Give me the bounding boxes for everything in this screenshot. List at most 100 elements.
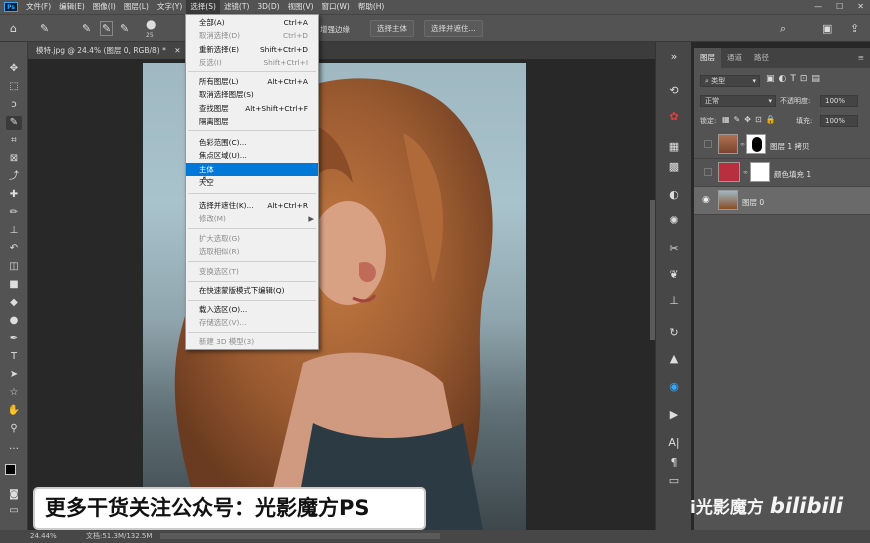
subtract-selection-icon[interactable]: ✎ <box>120 23 129 34</box>
menu-select[interactable]: 选择(S) <box>186 0 220 14</box>
horizontal-scrollbar[interactable] <box>160 533 440 539</box>
menu-item-load-selection[interactable]: 载入选区(O)... <box>186 303 318 316</box>
histogram-panel-icon[interactable]: ▲ <box>666 352 682 366</box>
brush-settings-icon[interactable]: ❦ <box>666 268 682 282</box>
eye-icon[interactable]: ◉ <box>702 195 710 205</box>
select-and-mask-button[interactable]: 选择并遮住... <box>424 20 483 37</box>
menu-item-isolate-layers[interactable]: 隔离图层 <box>186 115 318 128</box>
tab-channels[interactable]: 通道 <box>721 48 748 68</box>
menu-item-quick-mask[interactable]: 在快速蒙版模式下编辑(Q) <box>186 284 318 297</box>
menu-type[interactable]: 文字(Y) <box>153 0 186 14</box>
visibility-toggle-icon[interactable] <box>704 168 712 176</box>
menu-edit[interactable]: 编辑(E) <box>55 0 89 14</box>
gradient-tool-icon[interactable]: ■ <box>6 278 22 292</box>
paragraph-panel-icon[interactable]: ¶ <box>666 456 682 470</box>
menu-layer[interactable]: 图层(L) <box>120 0 153 14</box>
clone-source-icon[interactable]: ⊥ <box>666 294 682 308</box>
menu-window[interactable]: 窗口(W) <box>318 0 354 14</box>
workspace-icon[interactable]: ▣ <box>822 23 832 34</box>
history-brush-icon[interactable]: ↶ <box>6 242 22 256</box>
zoom-tool-icon[interactable]: ⚲ <box>6 422 22 436</box>
home-icon[interactable]: ⌂ <box>10 23 17 34</box>
healing-brush-icon[interactable]: ✚ <box>6 188 22 202</box>
properties-panel-icon[interactable]: ✺ <box>666 214 682 228</box>
layer-row[interactable]: ∞ 颜色填充 1 <box>694 159 870 187</box>
quick-select-tool-icon[interactable]: ✎ <box>40 23 49 34</box>
swatches-panel-icon[interactable]: ▦ <box>666 140 682 154</box>
patterns-panel-icon[interactable]: ▩ <box>666 160 682 174</box>
eyedropper-tool-icon[interactable]: ⤴ <box>6 170 22 184</box>
layer-mask-thumbnail[interactable] <box>750 162 770 182</box>
glyphs-panel-icon[interactable]: ▭ <box>666 474 682 488</box>
layer-row-selected[interactable]: ◉ 图层 0 <box>694 187 870 215</box>
shape-tool-icon[interactable]: ☆ <box>6 386 22 400</box>
lasso-tool-icon[interactable]: ↄ <box>6 98 22 112</box>
menu-filter[interactable]: 滤镜(T) <box>220 0 253 14</box>
menu-item-select-all[interactable]: 全部(A) Ctrl+A <box>186 16 318 29</box>
enhance-edge-label[interactable]: 增强边缘 <box>320 24 350 35</box>
foreground-color-swatch[interactable] <box>5 464 16 475</box>
menu-item-all-layers[interactable]: 所有图层(L) Alt+Ctrl+A <box>186 75 318 88</box>
brush-preset-icon[interactable]: ● <box>146 18 156 30</box>
menu-item-reselect[interactable]: 重新选择(E) Shift+Ctrl+D <box>186 43 318 56</box>
select-subject-button[interactable]: 选择主体 <box>370 20 414 37</box>
marquee-tool-icon[interactable]: ⬚ <box>6 80 22 94</box>
play-action-icon[interactable]: ▶ <box>666 408 682 422</box>
opacity-input[interactable]: 100% <box>820 95 858 107</box>
menu-item-deselect-layers[interactable]: 取消选择图层(S) <box>186 88 318 101</box>
vertical-scrollbar[interactable] <box>650 200 655 340</box>
move-tool-icon[interactable]: ✥ <box>6 62 22 76</box>
layer-filter-icons[interactable]: ▣◐T⊡▤ <box>766 74 824 84</box>
add-selection-icon[interactable]: ✎ <box>100 21 114 36</box>
menu-image[interactable]: 图像(I) <box>89 0 120 14</box>
layer-filter-kind-select[interactable]: ⌕ 类型 ▾ <box>700 75 760 87</box>
share-icon[interactable]: ⇪ <box>850 23 859 34</box>
menu-3d[interactable]: 3D(D) <box>253 0 283 14</box>
minimize-icon[interactable]: — <box>814 2 822 11</box>
dodge-tool-icon[interactable]: ● <box>6 314 22 328</box>
path-selection-icon[interactable]: ➤ <box>6 368 22 382</box>
hand-tool-icon[interactable]: ✋ <box>6 404 22 418</box>
panel-menu-icon[interactable]: ≡ <box>852 48 870 68</box>
menu-file[interactable]: 文件(F) <box>22 0 55 14</box>
tab-layers[interactable]: 图层 <box>694 48 721 68</box>
tools-presets-icon[interactable]: ✂ <box>666 242 682 256</box>
brush-tool-icon[interactable]: ✏ <box>6 206 22 220</box>
history-panel-icon[interactable]: ⟲ <box>666 84 682 98</box>
screen-mode-icon[interactable]: ▭ <box>6 504 22 518</box>
collapse-panels-icon[interactable]: » <box>666 50 682 64</box>
lock-icons[interactable]: ▦✎✥⊡🔒 <box>722 115 780 124</box>
type-tool-icon[interactable]: T <box>6 350 22 364</box>
menu-item-find-layers[interactable]: 查找图层 Alt+Shift+Ctrl+F <box>186 102 318 115</box>
frame-tool-icon[interactable]: ⊠ <box>6 152 22 166</box>
blend-mode-select[interactable]: 正常 ▾ <box>700 95 776 107</box>
quick-mask-icon[interactable]: ◙ <box>6 488 22 502</box>
new-selection-icon[interactable]: ✎ <box>82 23 91 34</box>
menu-item-focus-area[interactable]: 焦点区域(U)... <box>186 149 318 162</box>
clone-stamp-icon[interactable]: ⊥ <box>6 224 22 238</box>
adjustments-panel-icon[interactable]: ◐ <box>666 188 682 202</box>
crop-tool-icon[interactable]: ⌗ <box>6 134 22 148</box>
navigator-panel-icon[interactable]: ◉ <box>666 380 682 394</box>
menu-item-color-range[interactable]: 色彩范围(C)... <box>186 136 318 149</box>
document-tab[interactable]: 模特.jpg @ 24.4% (图层 0, RGB/8) * ✕ <box>28 42 189 59</box>
quick-selection-tool-icon[interactable]: ✎ <box>6 116 22 130</box>
menu-item-select-and-mask[interactable]: 选择并遮住(K)... Alt+Ctrl+R <box>186 199 318 212</box>
search-icon[interactable]: ⌕ <box>780 23 786 34</box>
layer-mask-thumbnail[interactable] <box>746 134 766 154</box>
blur-tool-icon[interactable]: ◆ <box>6 296 22 310</box>
eraser-tool-icon[interactable]: ◫ <box>6 260 22 274</box>
menu-view[interactable]: 视图(V) <box>284 0 318 14</box>
visibility-toggle-icon[interactable] <box>704 140 712 148</box>
zoom-level[interactable]: 24.44% <box>30 530 57 543</box>
color-panel-icon[interactable]: ✿ <box>666 110 682 124</box>
character-panel-icon[interactable]: A| <box>666 436 682 450</box>
fill-input[interactable]: 100% <box>820 115 858 127</box>
more-tools-icon[interactable]: … <box>6 440 22 454</box>
layer-row[interactable]: ∞ 图层 1 拷贝 <box>694 131 870 159</box>
close-document-icon[interactable]: ✕ <box>174 46 180 55</box>
actions-panel-icon[interactable]: ↻ <box>666 326 682 340</box>
pen-tool-icon[interactable]: ✒ <box>6 332 22 346</box>
close-icon[interactable]: ✕ <box>857 2 864 11</box>
menu-help[interactable]: 帮助(H) <box>354 0 389 14</box>
